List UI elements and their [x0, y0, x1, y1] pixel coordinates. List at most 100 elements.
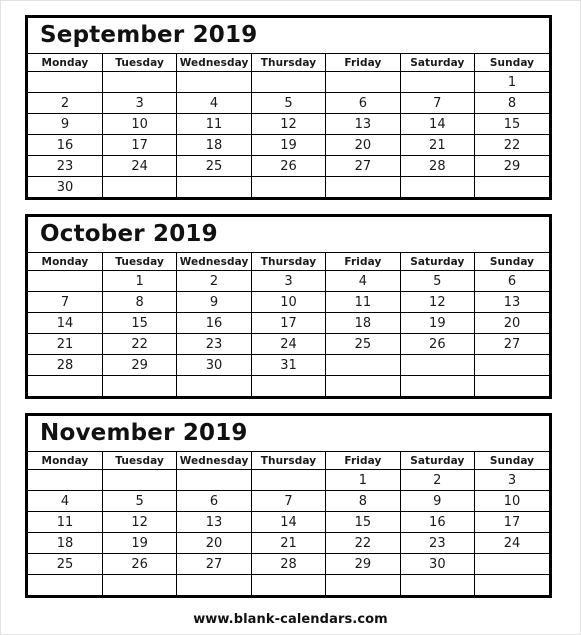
day-cell[interactable]: 15 — [474, 113, 549, 135]
day-cell-empty[interactable] — [28, 469, 103, 491]
day-cell[interactable]: 2 — [176, 270, 252, 292]
day-cell[interactable]: 20 — [474, 312, 549, 334]
day-cell[interactable]: 24 — [474, 532, 549, 554]
day-cell[interactable]: 27 — [176, 553, 252, 575]
day-cell[interactable]: 12 — [101, 511, 178, 533]
day-cell[interactable]: 15 — [325, 511, 401, 533]
day-cell[interactable]: 2 — [28, 92, 103, 114]
day-cell-empty[interactable] — [28, 574, 103, 595]
day-cell[interactable]: 1 — [474, 71, 549, 93]
day-cell[interactable]: 29 — [325, 553, 401, 575]
day-cell[interactable]: 19 — [399, 312, 476, 334]
day-cell[interactable]: 6 — [176, 490, 252, 512]
day-cell-empty[interactable] — [399, 71, 476, 93]
day-cell-empty[interactable] — [28, 375, 103, 396]
day-cell[interactable]: 22 — [325, 532, 401, 554]
day-cell[interactable]: 1 — [325, 469, 401, 491]
day-cell[interactable]: 30 — [399, 553, 476, 575]
day-cell[interactable]: 17 — [101, 134, 178, 156]
day-cell[interactable]: 13 — [474, 291, 549, 313]
day-cell[interactable]: 8 — [101, 291, 178, 313]
day-cell[interactable]: 12 — [250, 113, 327, 135]
day-cell[interactable]: 4 — [176, 92, 252, 114]
day-cell-empty[interactable] — [399, 176, 476, 197]
day-cell[interactable]: 3 — [101, 92, 178, 114]
day-cell[interactable]: 22 — [474, 134, 549, 156]
day-cell-empty[interactable] — [474, 553, 549, 575]
day-cell[interactable]: 16 — [176, 312, 252, 334]
day-cell-empty[interactable] — [101, 469, 178, 491]
day-cell[interactable]: 7 — [28, 291, 103, 313]
day-cell[interactable]: 18 — [176, 134, 252, 156]
day-cell[interactable]: 5 — [250, 92, 327, 114]
day-cell-empty[interactable] — [250, 176, 327, 197]
day-cell[interactable]: 8 — [325, 490, 401, 512]
day-cell-empty[interactable] — [250, 375, 327, 396]
day-cell[interactable]: 15 — [101, 312, 178, 334]
day-cell[interactable]: 10 — [101, 113, 178, 135]
day-cell-empty[interactable] — [176, 176, 252, 197]
day-cell-empty[interactable] — [101, 375, 178, 396]
day-cell-empty[interactable] — [325, 375, 401, 396]
day-cell[interactable]: 5 — [101, 490, 178, 512]
day-cell[interactable]: 27 — [325, 155, 401, 177]
day-cell[interactable]: 31 — [250, 354, 327, 376]
day-cell[interactable]: 2 — [399, 469, 476, 491]
day-cell[interactable]: 28 — [399, 155, 476, 177]
day-cell-empty[interactable] — [325, 574, 401, 595]
day-cell[interactable]: 28 — [250, 553, 327, 575]
day-cell-empty[interactable] — [325, 176, 401, 197]
day-cell[interactable]: 13 — [176, 511, 252, 533]
day-cell-empty[interactable] — [325, 354, 401, 376]
day-cell[interactable]: 11 — [176, 113, 252, 135]
day-cell[interactable]: 14 — [28, 312, 103, 334]
day-cell[interactable]: 4 — [325, 270, 401, 292]
day-cell[interactable]: 27 — [474, 333, 549, 355]
day-cell[interactable]: 10 — [250, 291, 327, 313]
day-cell[interactable]: 6 — [325, 92, 401, 114]
day-cell[interactable]: 11 — [325, 291, 401, 313]
day-cell[interactable]: 25 — [28, 553, 103, 575]
day-cell[interactable]: 23 — [28, 155, 103, 177]
day-cell-empty[interactable] — [474, 375, 549, 396]
day-cell[interactable]: 17 — [250, 312, 327, 334]
day-cell[interactable]: 26 — [250, 155, 327, 177]
day-cell[interactable]: 14 — [399, 113, 476, 135]
day-cell[interactable]: 29 — [474, 155, 549, 177]
day-cell-empty[interactable] — [399, 574, 476, 595]
day-cell-empty[interactable] — [474, 354, 549, 376]
day-cell-empty[interactable] — [101, 71, 178, 93]
day-cell-empty[interactable] — [250, 469, 327, 491]
day-cell-empty[interactable] — [250, 71, 327, 93]
day-cell[interactable]: 1 — [101, 270, 178, 292]
day-cell-empty[interactable] — [474, 176, 549, 197]
day-cell[interactable]: 7 — [250, 490, 327, 512]
day-cell[interactable]: 22 — [101, 333, 178, 355]
day-cell[interactable]: 5 — [399, 270, 476, 292]
day-cell[interactable]: 18 — [28, 532, 103, 554]
day-cell[interactable]: 16 — [399, 511, 476, 533]
day-cell[interactable]: 6 — [474, 270, 549, 292]
day-cell[interactable]: 19 — [250, 134, 327, 156]
day-cell[interactable]: 13 — [325, 113, 401, 135]
day-cell[interactable]: 10 — [474, 490, 549, 512]
day-cell[interactable]: 20 — [176, 532, 252, 554]
day-cell[interactable]: 24 — [101, 155, 178, 177]
day-cell-empty[interactable] — [28, 71, 103, 93]
day-cell-empty[interactable] — [474, 574, 549, 595]
day-cell-empty[interactable] — [101, 176, 178, 197]
day-cell-empty[interactable] — [101, 574, 178, 595]
day-cell-empty[interactable] — [176, 71, 252, 93]
day-cell-empty[interactable] — [399, 375, 476, 396]
day-cell[interactable]: 17 — [474, 511, 549, 533]
day-cell[interactable]: 11 — [28, 511, 103, 533]
day-cell[interactable]: 28 — [28, 354, 103, 376]
day-cell[interactable]: 19 — [101, 532, 178, 554]
day-cell[interactable]: 16 — [28, 134, 103, 156]
day-cell[interactable]: 9 — [28, 113, 103, 135]
day-cell[interactable]: 25 — [325, 333, 401, 355]
day-cell-empty[interactable] — [325, 71, 401, 93]
day-cell[interactable]: 24 — [250, 333, 327, 355]
day-cell-empty[interactable] — [399, 354, 476, 376]
day-cell-empty[interactable] — [176, 469, 252, 491]
